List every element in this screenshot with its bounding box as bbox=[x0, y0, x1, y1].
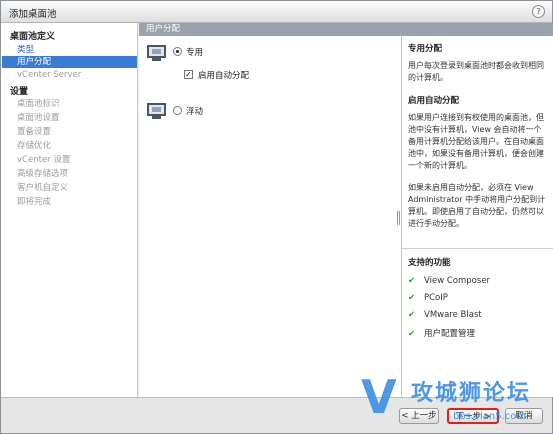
nav-item-user-assignment[interactable]: 用户分配 bbox=[2, 56, 137, 68]
help-text-auto-assign: 如果用户连接到有权使用的桌面池，但池中没有计算机，View 会自动将一个备用计算… bbox=[408, 113, 544, 170]
feature-label: VMware Blast bbox=[424, 310, 482, 320]
help-text-manual-assign: 如果未启用自动分配，必须在 View Administrator 中手动将用户分… bbox=[408, 183, 546, 228]
watermark: V 攻城狮论坛 bbs.vlan5.com bbox=[361, 371, 553, 433]
feature-label: 用户配置管理 bbox=[424, 329, 476, 339]
nav-item-pool-id: 桌面池标识 bbox=[17, 99, 60, 109]
user-assignment-panel: 用户分配 专用 ✓ 启用自动分配 浮动 bbox=[139, 23, 551, 397]
panel-header-extension bbox=[401, 23, 553, 36]
nav-item-pool-settings: 桌面池设置 bbox=[17, 113, 60, 123]
nav-item-provisioning: 置备设置 bbox=[17, 127, 52, 137]
window-title: 添加桌面池 bbox=[9, 9, 57, 20]
floating-radio[interactable] bbox=[173, 106, 182, 115]
supported-features-title: 支持的功能 bbox=[408, 258, 451, 268]
check-icon: ✔ bbox=[408, 293, 416, 303]
feature-label: View Composer bbox=[424, 276, 491, 286]
check-icon: ✔ bbox=[408, 276, 416, 286]
help-divider bbox=[402, 248, 553, 249]
help-panel: 专用分配 用户每次登录到桌面池时都会收到相同的计算机。 启用自动分配 如果用户连… bbox=[401, 36, 553, 397]
title-bar: 添加桌面池 ? bbox=[1, 1, 552, 23]
nav-item-ready-to-complete: 即将完成 bbox=[17, 197, 52, 207]
watermark-text: 攻城狮论坛 bbox=[411, 381, 532, 406]
panel-splitter-handle[interactable] bbox=[397, 211, 400, 225]
floating-monitor-icon bbox=[147, 103, 166, 119]
check-icon: ✔ bbox=[408, 329, 416, 339]
nav-item-type[interactable]: 类型 bbox=[17, 43, 34, 55]
auto-assign-label: 启用自动分配 bbox=[198, 71, 250, 81]
nav-section-pool-definition: 桌面池定义 bbox=[10, 32, 56, 42]
help-icon[interactable]: ? bbox=[532, 5, 545, 18]
dedicated-monitor-icon bbox=[147, 45, 166, 61]
nav-item-vcenter-server: vCenter Server bbox=[17, 70, 82, 80]
watermark-logo: V bbox=[361, 370, 397, 424]
wizard-nav: 桌面池定义 类型 用户分配 vCenter Server 设置 桌面池标识 桌面… bbox=[1, 23, 138, 397]
feature-item: ✔ View Composer bbox=[408, 276, 490, 286]
floating-label: 浮动 bbox=[186, 107, 204, 117]
help-title-auto-assign: 启用自动分配 bbox=[408, 96, 460, 106]
feature-label: PCoIP bbox=[424, 293, 448, 303]
nav-section-settings: 设置 bbox=[10, 87, 29, 97]
help-text-dedicated: 用户每次登录到桌面池时都会收到相同的计算机。 bbox=[408, 61, 544, 82]
check-icon: ✔ bbox=[408, 310, 416, 320]
nav-item-storage-optimization: 存储优化 bbox=[17, 141, 52, 151]
nav-item-advanced-storage: 高级存储选项 bbox=[17, 169, 69, 179]
feature-item: ✔ 用户配置管理 bbox=[408, 327, 475, 339]
feature-item: ✔ VMware Blast bbox=[408, 310, 482, 320]
auto-assign-checkbox[interactable]: ✓ bbox=[184, 70, 193, 79]
dedicated-radio[interactable] bbox=[173, 47, 182, 56]
feature-item: ✔ PCoIP bbox=[408, 293, 448, 303]
watermark-url: bbs.vlan5.com bbox=[453, 411, 527, 422]
nav-item-guest-customization: 客户机自定义 bbox=[17, 183, 69, 193]
help-title-dedicated: 专用分配 bbox=[408, 44, 443, 54]
nav-item-vcenter-settings: vCenter 设置 bbox=[17, 155, 71, 165]
dedicated-label: 专用 bbox=[186, 48, 204, 58]
add-desktop-pool-dialog: 添加桌面池 ? 桌面池定义 类型 用户分配 vCenter Server 设置 … bbox=[0, 0, 553, 434]
